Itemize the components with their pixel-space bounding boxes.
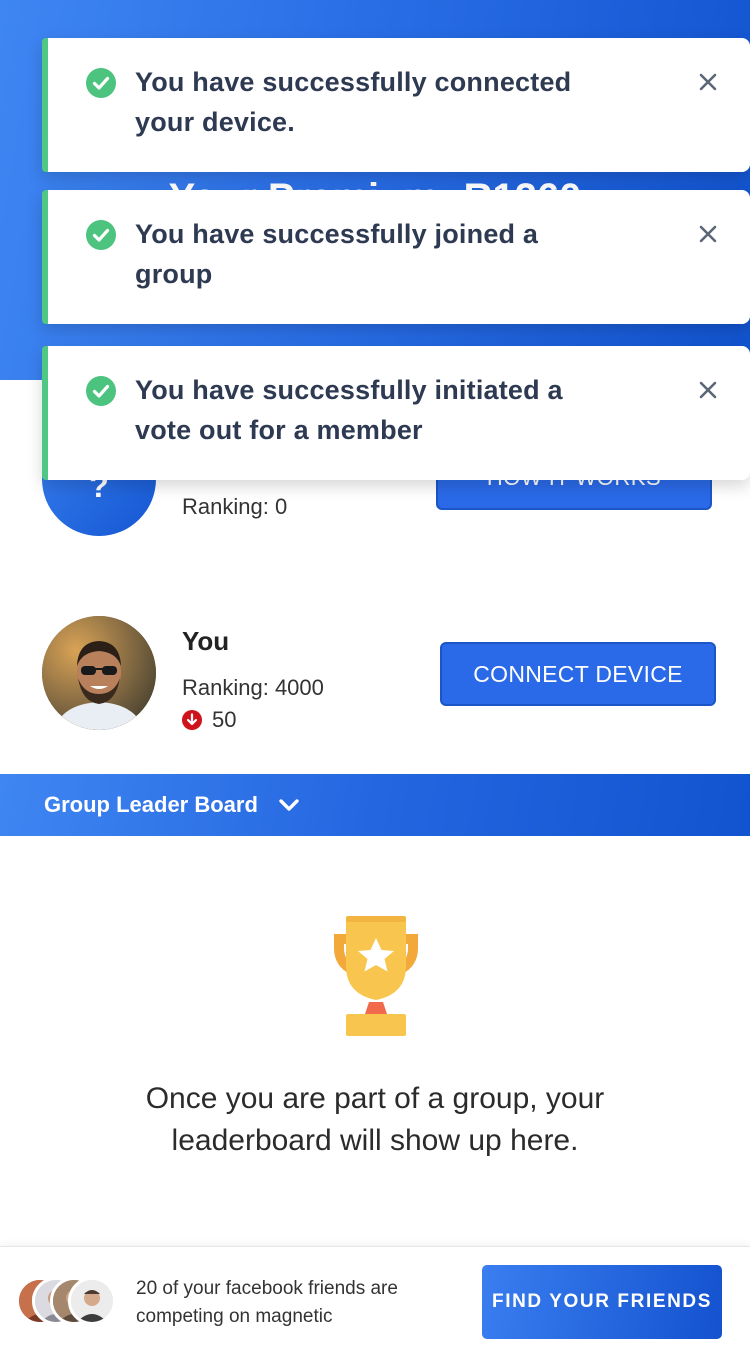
toast-notification: You have successfully joined a group [42, 190, 750, 324]
friends-competing-text: 20 of your facebook friends are competin… [136, 1278, 398, 1327]
friend-avatars [16, 1277, 116, 1325]
toast-message: You have successfully joined a group [135, 219, 539, 289]
member-name: You [182, 626, 230, 656]
check-circle-icon [86, 376, 116, 406]
ranking-change: 50 [182, 707, 236, 733]
avatar [68, 1277, 116, 1325]
arrow-down-circle-icon [182, 710, 202, 730]
close-icon[interactable] [696, 70, 720, 94]
connect-device-button[interactable]: CONNECT DEVICE [440, 642, 716, 706]
check-circle-icon [86, 220, 116, 250]
toast-notification: You have successfully initiated a vote o… [42, 346, 750, 480]
footer-bar: 20 of your facebook friends are competin… [0, 1246, 750, 1354]
member-ranking: Ranking: 4000 [182, 675, 324, 700]
member-ranking: Ranking: 0 [182, 494, 288, 519]
close-icon[interactable] [696, 378, 720, 402]
group-leaderboard-toggle[interactable]: Group Leader Board [0, 774, 750, 836]
empty-leaderboard-message: Once you are part of a group, your leade… [145, 1082, 605, 1157]
toast-message: You have successfully initiated a vote o… [135, 375, 563, 445]
check-circle-icon [86, 68, 116, 98]
ranking-delta-value: 50 [212, 707, 237, 732]
trophy-icon [334, 916, 418, 1036]
chevron-down-icon [279, 799, 299, 811]
user-avatar [42, 616, 156, 730]
toast-message: You have successfully connected your dev… [135, 67, 572, 137]
toast-notification: You have successfully connected your dev… [42, 38, 750, 172]
leaderboard-title: Group Leader Board [44, 792, 258, 817]
close-icon[interactable] [696, 222, 720, 246]
find-your-friends-button[interactable]: FIND YOUR FRIENDS [482, 1265, 722, 1339]
